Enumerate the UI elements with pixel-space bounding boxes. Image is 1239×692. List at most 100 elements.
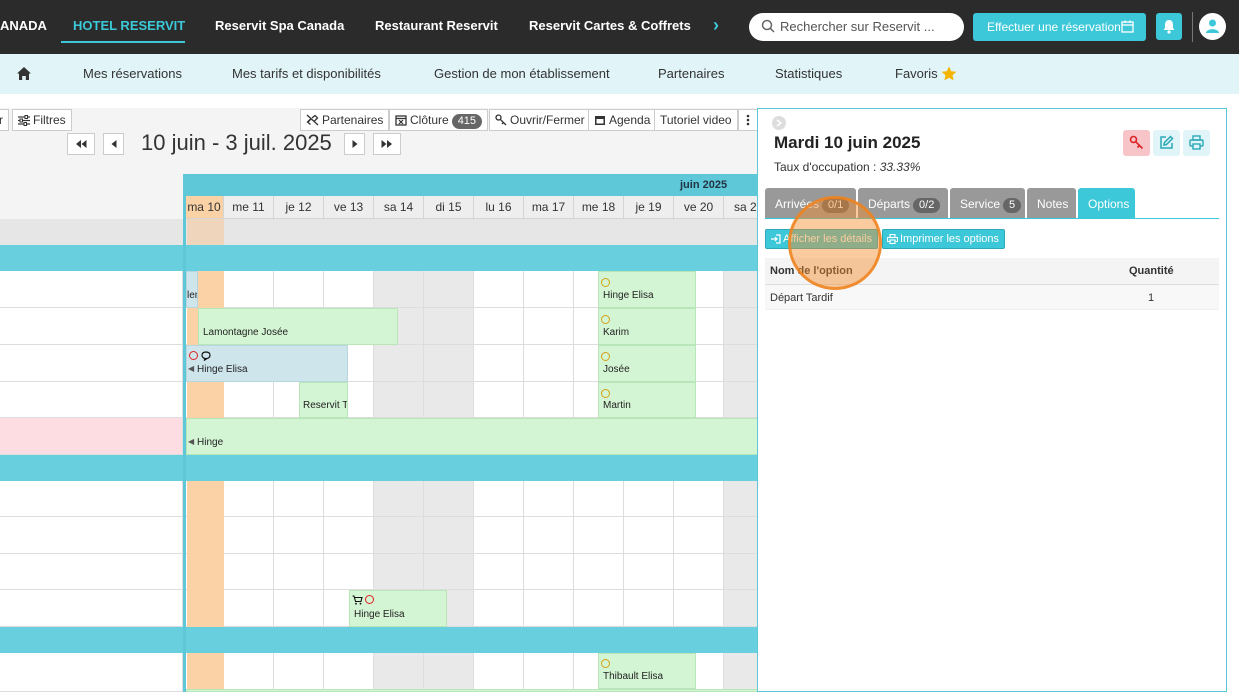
day-cell[interactable] [524, 345, 574, 381]
day-cell[interactable] [224, 653, 274, 691]
room-label[interactable] [0, 590, 183, 626]
print-options-button[interactable]: Imprimer les options [882, 229, 1005, 249]
jump-forward-button[interactable] [373, 133, 401, 155]
day-cell[interactable] [274, 481, 324, 516]
day-header[interactable]: je 12 [274, 196, 324, 219]
booking-block[interactable]: len [186, 271, 198, 308]
day-cell[interactable] [274, 590, 324, 626]
partners-toggle-button[interactable]: Partenaires [300, 109, 390, 131]
booking-block[interactable]: ◀ Hinge [186, 418, 758, 455]
day-cell[interactable] [224, 271, 274, 307]
day-cell[interactable] [574, 554, 624, 589]
day-cell[interactable] [474, 481, 524, 516]
day-cell[interactable] [524, 653, 574, 691]
subnav-tarifs[interactable]: Mes tarifs et disponibilités [232, 54, 381, 94]
room-label[interactable] [0, 481, 183, 516]
day-cell[interactable] [474, 554, 524, 589]
user-avatar[interactable] [1199, 13, 1226, 40]
day-cell[interactable] [574, 590, 624, 626]
day-cell[interactable] [474, 590, 524, 626]
day-cell[interactable] [424, 271, 474, 307]
previous-button[interactable] [103, 133, 124, 155]
day-cell[interactable] [374, 481, 424, 516]
day-cell[interactable] [724, 308, 758, 344]
search-box[interactable] [749, 13, 964, 41]
day-cell[interactable] [374, 517, 424, 553]
topnav-item-canada[interactable]: ANADA [0, 0, 47, 54]
filters-button[interactable]: Filtres [12, 109, 72, 131]
day-cell[interactable] [624, 554, 674, 589]
day-cell[interactable] [474, 271, 524, 307]
day-cell[interactable] [424, 481, 474, 516]
day-cell[interactable] [274, 554, 324, 589]
table-row[interactable]: Départ Tardif 1 [765, 285, 1219, 310]
day-header[interactable]: me 11 [224, 196, 274, 219]
home-icon[interactable] [16, 66, 32, 81]
day-cell[interactable] [524, 382, 574, 417]
chevron-right-icon[interactable]: › [713, 15, 719, 36]
booking-block[interactable]: Martin [598, 382, 696, 418]
day-cell[interactable] [724, 481, 758, 516]
search-input[interactable] [780, 19, 955, 34]
booking-block[interactable]: Thibault Elisa [598, 653, 696, 689]
topnav-item-hotel[interactable]: HOTEL RESERVIT [61, 0, 185, 43]
day-cell[interactable] [324, 271, 374, 307]
next-button[interactable] [344, 133, 365, 155]
booking-block[interactable]: Lamontagne Josée [198, 308, 398, 345]
day-header[interactable]: di 15 [424, 196, 474, 219]
day-cell[interactable] [224, 590, 274, 626]
collapse-panel-button[interactable] [772, 116, 786, 130]
new-reservation-button[interactable]: Effectuer une réservation [973, 13, 1146, 41]
notifications-button[interactable] [1156, 13, 1182, 40]
subnav-statistiques[interactable]: Statistiques [775, 54, 842, 94]
booking-block[interactable]: Hinge Elisa [349, 590, 447, 627]
tab-departures[interactable]: Départs 0/2 [858, 188, 948, 218]
subnav-reservations[interactable]: Mes réservations [83, 54, 182, 94]
tab-arrivals[interactable]: Arrivées 0/1 [765, 188, 856, 218]
day-cell[interactable] [374, 271, 424, 307]
room-label[interactable] [0, 517, 183, 553]
room-label[interactable] [0, 345, 183, 381]
day-cell[interactable] [674, 517, 724, 553]
booking-block[interactable]: ◀ Hinge Elisa [186, 345, 348, 382]
booking-block[interactable]: Karim [598, 308, 696, 345]
day-cell[interactable] [474, 653, 524, 691]
day-cell[interactable] [374, 653, 424, 691]
tab-service[interactable]: Service 5 [950, 188, 1025, 218]
day-cell[interactable] [574, 517, 624, 553]
subnav-gestion[interactable]: Gestion de mon établissement [434, 54, 610, 94]
tab-options[interactable]: Options [1078, 188, 1135, 218]
day-cell[interactable] [724, 517, 758, 553]
topnav-item-spa[interactable]: Reservit Spa Canada [215, 0, 344, 54]
day-cell[interactable] [224, 554, 274, 589]
day-header[interactable]: lu 16 [474, 196, 524, 219]
day-cell[interactable] [424, 382, 474, 417]
agenda-button[interactable]: Agenda [588, 109, 657, 131]
day-cell[interactable] [524, 271, 574, 307]
topnav-item-cartes[interactable]: Reservit Cartes & Coffrets [529, 0, 691, 54]
day-cell[interactable] [724, 590, 758, 626]
day-cell[interactable] [574, 481, 624, 516]
day-cell[interactable] [424, 345, 474, 381]
day-header[interactable]: ma 17 [524, 196, 574, 219]
day-cell[interactable] [324, 517, 374, 553]
day-cell[interactable] [474, 308, 524, 344]
day-cell[interactable] [524, 308, 574, 344]
more-options-button[interactable] [738, 109, 758, 131]
cut-toolbar-button[interactable]: r [0, 109, 9, 131]
day-cell[interactable] [324, 481, 374, 516]
day-cell[interactable] [424, 653, 474, 691]
subnav-favoris[interactable]: Favoris [895, 54, 938, 94]
closure-button[interactable]: Clôture 415 [389, 109, 489, 131]
day-cell[interactable] [674, 481, 724, 516]
day-cell[interactable] [474, 382, 524, 417]
print-button[interactable] [1183, 130, 1210, 156]
subnav-partenaires[interactable]: Partenaires [658, 54, 724, 94]
booking-block[interactable]: Reservit Te [299, 382, 348, 418]
day-cell[interactable] [274, 653, 324, 691]
day-cell[interactable] [524, 517, 574, 553]
day-cell[interactable] [724, 271, 758, 307]
day-cell[interactable] [424, 517, 474, 553]
day-cell[interactable] [474, 345, 524, 381]
tab-notes[interactable]: Notes [1027, 188, 1076, 218]
